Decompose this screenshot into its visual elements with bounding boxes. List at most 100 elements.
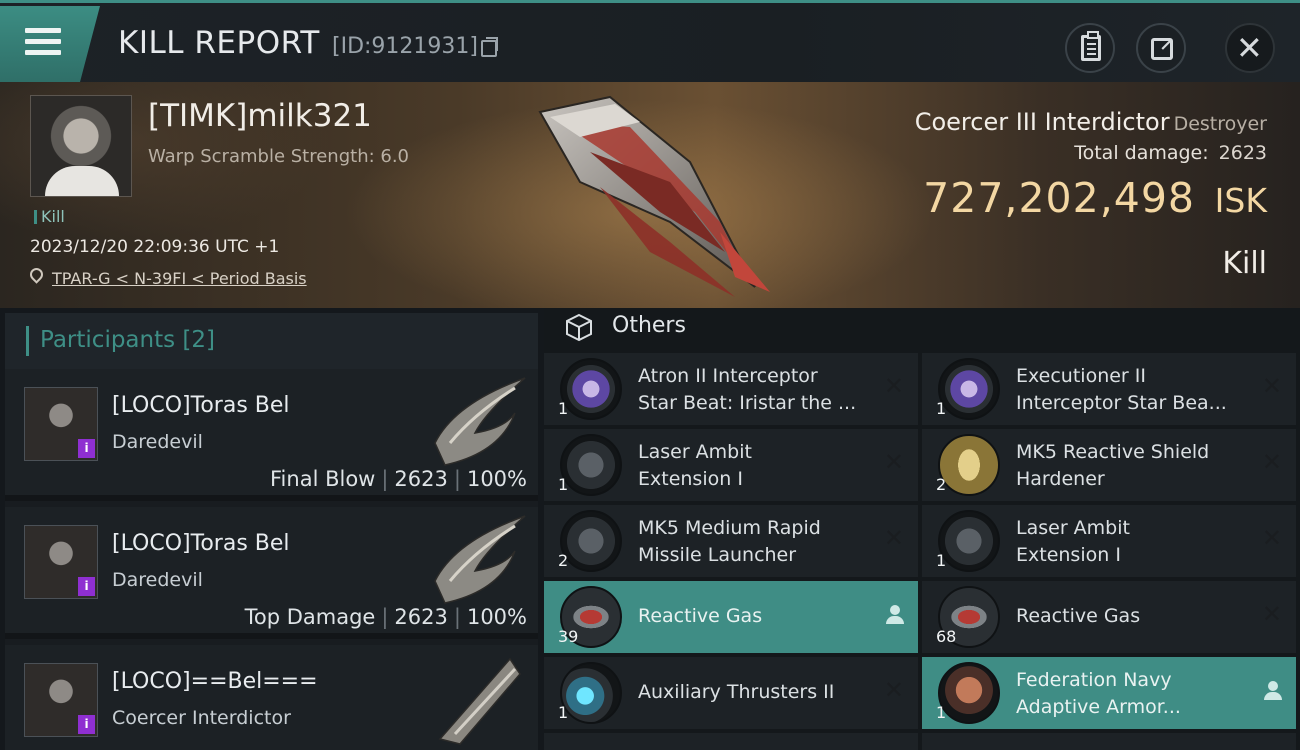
item-name-line: Star Beat: Iristar the ...: [638, 392, 857, 414]
info-badge: i: [78, 577, 95, 596]
others-title: Others: [612, 313, 686, 338]
item-row[interactable]: [922, 733, 1296, 750]
participant-row[interactable]: i [LOCO]Toras Bel Daredevil Top Damage | 2…: [5, 507, 538, 639]
participant-ship-image: [434, 377, 526, 466]
others-panel: Others 1 Atron II Interceptor Star Beat: …: [544, 308, 1300, 750]
total-damage: Total damage: 2623: [1074, 142, 1267, 164]
item-row[interactable]: 68 Reactive Gas ✕: [922, 581, 1296, 653]
info-badge: i: [78, 715, 95, 734]
clipboard-icon: [1081, 31, 1101, 61]
ship-class: Destroyer: [1173, 113, 1267, 135]
participant-ship-image: [434, 515, 526, 604]
item-name: Atron II Interceptor Star Beat: Iristar t…: [638, 363, 858, 417]
location-pin-icon: [27, 265, 46, 284]
item-name-line: Laser Ambit: [1016, 517, 1130, 539]
hamburger-icon: [25, 28, 61, 58]
participant-stats: Top Damage | 2623 | 100%: [244, 605, 527, 629]
item-row[interactable]: 1 Atron II Interceptor Star Beat: Iristar…: [544, 353, 918, 425]
item-name: Reactive Gas: [1016, 605, 1141, 627]
item-quantity: 68: [936, 627, 957, 646]
item-quantity: 1: [558, 703, 569, 722]
destroyed-icon: ✕: [883, 448, 904, 476]
participant-ship-image: [438, 657, 521, 745]
item-row[interactable]: 1 Laser Ambit Extension I ✕: [544, 429, 918, 501]
victim-portrait[interactable]: [30, 95, 132, 197]
close-button[interactable]: ✕: [1225, 23, 1275, 73]
item-name-line: MK5 Medium Rapid: [638, 517, 821, 539]
total-damage-label: Total damage:: [1074, 142, 1209, 164]
kill-datetime: 2023/12/20 22:09:36 UTC +1: [30, 237, 280, 257]
page-title: KILL REPORT: [118, 25, 320, 61]
participant-role: Final Blow: [270, 467, 376, 491]
participant-damage: 2623: [394, 467, 448, 491]
armor-module-icon: [938, 662, 1000, 724]
item-name: Laser Ambit Extension I: [1016, 515, 1236, 569]
item-name-line: Hardener: [1016, 468, 1105, 490]
item-row[interactable]: 1 Auxiliary Thrusters II ✕: [544, 657, 918, 729]
item-name-line: Atron II Interceptor: [638, 365, 818, 387]
destroyed-icon: ✕: [883, 524, 904, 552]
item-name-line: Federation Navy: [1016, 669, 1172, 691]
item-name-line: Executioner II: [1016, 365, 1146, 387]
participant-percent: 100%: [466, 605, 527, 629]
dropped-person-icon: [886, 605, 904, 625]
item-name-line: Extension I: [1016, 544, 1121, 566]
close-icon: ✕: [1236, 29, 1263, 67]
item-name: Federation Navy Adaptive Armor...: [1016, 667, 1236, 721]
item-name: MK5 Medium Rapid Missile Launcher: [638, 515, 858, 569]
info-badge: i: [78, 439, 95, 458]
destroyed-icon: ✕: [883, 372, 904, 400]
item-row[interactable]: [544, 733, 918, 750]
item-name-line: Missile Launcher: [638, 544, 797, 566]
participant-ship: Coercer Interdictor: [112, 707, 291, 729]
item-name-line: Laser Ambit: [638, 441, 752, 463]
victim-ship-image[interactable]: [520, 92, 780, 307]
destroyed-icon: ✕: [1261, 524, 1282, 552]
avatar[interactable]: i: [24, 387, 98, 461]
participant-role: Top Damage: [244, 605, 376, 629]
share-button[interactable]: [1136, 23, 1186, 73]
participant-row[interactable]: i [LOCO]Toras Bel Daredevil Final Blow | 2…: [5, 369, 538, 501]
item-name: Executioner II Interceptor Star Bea...: [1016, 363, 1236, 417]
others-header: Others: [544, 308, 1300, 353]
item-quantity: 2: [936, 475, 947, 494]
participant-name: [LOCO]==Bel===: [112, 669, 318, 694]
copy-icon[interactable]: [481, 37, 498, 57]
menu-button[interactable]: [0, 6, 100, 82]
thruster-icon: [560, 662, 622, 724]
destroyed-icon: ✕: [1261, 372, 1282, 400]
item-row[interactable]: 39 Reactive Gas: [544, 581, 918, 653]
destroyed-icon: ✕: [1261, 600, 1282, 628]
cube-icon: [566, 313, 592, 342]
destroyed-icon: ✕: [1261, 448, 1282, 476]
missile-launcher-icon: [560, 510, 622, 572]
avatar[interactable]: i: [24, 525, 98, 599]
item-quantity: 39: [558, 627, 579, 646]
ship-skin-icon: [938, 358, 1000, 420]
participant-name: [LOCO]Toras Bel: [112, 531, 290, 556]
item-name-line: Interceptor Star Bea...: [1016, 392, 1227, 414]
share-icon: [1151, 35, 1174, 60]
item-name-line: Extension I: [638, 468, 743, 490]
item-row[interactable]: 1 Federation Navy Adaptive Armor...: [922, 657, 1296, 729]
clipboard-button[interactable]: [1065, 23, 1115, 73]
item-row[interactable]: 2 MK5 Medium Rapid Missile Launcher ✕: [544, 505, 918, 577]
ship-skin-icon: [560, 358, 622, 420]
victim-stat: Warp Scramble Strength: 6.0: [148, 146, 410, 167]
laser-module-icon: [938, 510, 1000, 572]
participant-name: [LOCO]Toras Bel: [112, 393, 290, 418]
kill-location-link[interactable]: TPAR-G < N-39FI < Period Basis: [52, 269, 307, 288]
item-name: Reactive Gas: [638, 605, 763, 627]
item-quantity: 2: [558, 551, 569, 570]
participant-row[interactable]: i [LOCO]==Bel=== Coercer Interdictor: [5, 645, 538, 750]
participant-stats: Final Blow | 2623 | 100%: [270, 467, 527, 491]
item-row[interactable]: 1 Laser Ambit Extension I ✕: [922, 505, 1296, 577]
item-row[interactable]: 2 MK5 Reactive Shield Hardener ✕: [922, 429, 1296, 501]
item-name-line: MK5 Reactive Shield: [1016, 441, 1210, 463]
participants-header: Participants [2]: [5, 313, 538, 369]
item-name: Laser Ambit Extension I: [638, 439, 858, 493]
victim-name[interactable]: [TIMK]milk321: [148, 98, 372, 134]
item-row[interactable]: 1 Executioner II Interceptor Star Bea... …: [922, 353, 1296, 425]
item-quantity: 1: [936, 551, 947, 570]
avatar[interactable]: i: [24, 663, 98, 737]
